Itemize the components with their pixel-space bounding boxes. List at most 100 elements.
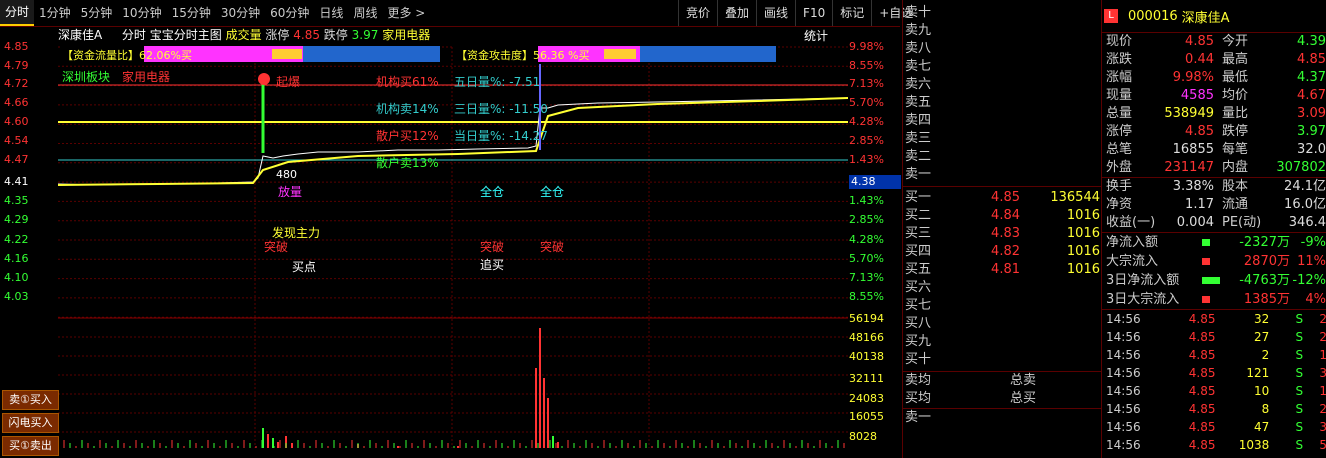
stock-header: L 000016 深康佳A — [1102, 0, 1326, 33]
tab-3[interactable]: 10分钟 — [117, 0, 166, 26]
quote-value: 16855 — [1172, 142, 1214, 157]
tick-time: 14:56 — [1106, 402, 1141, 416]
volume-tick: 40138 — [849, 350, 884, 363]
bid-label: 买六 — [905, 280, 932, 295]
percent-tick: 1.43% — [849, 194, 884, 207]
tick-row: 14:56 4.85 27 S 2 — [1102, 328, 1326, 346]
fund-key: 净资 — [1106, 197, 1133, 212]
tick-time: 14:56 — [1106, 420, 1141, 434]
quote-key2: 量比 — [1222, 106, 1249, 121]
tick-price: 4.85 — [1188, 312, 1216, 326]
quote-value: 0.44 — [1185, 52, 1214, 67]
sell-avg-row: 卖均 总卖 — [905, 373, 1037, 388]
tool-button-3[interactable]: F10 — [795, 0, 832, 26]
tick-time: 14:56 — [1106, 366, 1141, 380]
bid-row: 买二 4.84 1016 — [903, 207, 1101, 225]
tick-price: 4.85 — [1188, 348, 1216, 362]
ask-row: 卖五 — [903, 94, 1101, 112]
quote-value: 4585 — [1180, 88, 1214, 103]
flow-row: 大宗流入 2870万 11% — [1102, 252, 1326, 271]
retail-sell: 散户卖13% — [376, 156, 439, 170]
bid-price — [960, 333, 1020, 351]
tab-0[interactable]: 分时 — [0, 0, 35, 26]
tick-side: S — [1295, 402, 1304, 416]
tab-5[interactable]: 30分钟 — [216, 0, 265, 26]
tool-button-4[interactable]: 标记 — [832, 0, 871, 26]
breakout-2: 突破 — [480, 240, 505, 254]
tick-volume: 47 — [1253, 420, 1270, 434]
tick-row: 14:56 4.85 1038 S 5 — [1102, 436, 1326, 454]
fund-value2: 346.4 — [1288, 215, 1326, 230]
tool-button-1[interactable]: 叠加 — [717, 0, 756, 26]
sell1-row: 卖一 — [905, 410, 932, 425]
quancang-label-1: 全仓 — [480, 185, 505, 199]
bid-label: 买四 — [905, 244, 932, 259]
tab-6[interactable]: 60分钟 — [265, 0, 314, 26]
percent-tick: 5.70% — [849, 96, 884, 109]
tab-2[interactable]: 5分钟 — [76, 0, 118, 26]
quote-key2: 均价 — [1222, 88, 1249, 103]
quote-value2: 4.85 — [1297, 52, 1326, 67]
tick-volume: 8 — [1261, 402, 1270, 416]
tick-volume: 1038 — [1238, 438, 1270, 452]
bid-price — [960, 315, 1020, 333]
price-tick: 4.47 — [4, 153, 29, 166]
ask-label: 卖六 — [905, 77, 932, 92]
ask-row: 卖九 — [903, 22, 1101, 40]
tool-button-0[interactable]: 竞价 — [678, 0, 717, 26]
quote-key2: 每笔 — [1222, 142, 1249, 157]
intraday-chart[interactable] — [58, 38, 848, 458]
percent-tick: 2.85% — [849, 134, 884, 147]
tick-side: S — [1295, 312, 1304, 326]
today-vol: 当日量%: -14.27 — [454, 129, 548, 143]
flash-buy-button[interactable]: 闪电买入 — [2, 413, 59, 433]
volume-tick: 24083 — [849, 392, 884, 405]
bid-label: 买三 — [905, 226, 932, 241]
tick-volume: 10 — [1253, 384, 1270, 398]
buy1-sell-button[interactable]: 买①卖出 — [2, 436, 59, 456]
flow-pct: -9% — [1300, 235, 1326, 250]
tick-side: S — [1295, 330, 1304, 344]
inst-buy: 机构买61% — [376, 75, 439, 89]
tab-1[interactable]: 1分钟 — [34, 0, 76, 26]
bid-price — [960, 297, 1020, 315]
fund-value: 3.38% — [1172, 179, 1214, 194]
tab-4[interactable]: 15分钟 — [167, 0, 216, 26]
ask-row: 卖七 — [903, 58, 1101, 76]
tick-volume: 2 — [1261, 348, 1270, 362]
tick-side: S — [1295, 366, 1304, 380]
tick-side: S — [1295, 384, 1304, 398]
tick-row: 14:56 4.85 47 S 3 — [1102, 418, 1326, 436]
volume-tick: 48166 — [849, 331, 884, 344]
inst-sell: 机构卖14% — [376, 102, 439, 116]
volume-tick: 56194 — [849, 312, 884, 325]
chase-buy: 追买 — [480, 258, 505, 272]
percent-tick: 1.43% — [849, 153, 884, 166]
sector-industry: 家用电器 — [122, 70, 171, 84]
quote-row: 涨停 4.85 跌停 3.97 — [1102, 123, 1326, 141]
ask-label: 卖九 — [905, 23, 932, 38]
sell1-buy-button[interactable]: 卖①买入 — [2, 390, 59, 410]
tab-9[interactable]: 更多 > — [382, 0, 430, 26]
tick-row: 14:56 4.85 2 S 1 — [1102, 346, 1326, 364]
bid-volume: 1016 — [1066, 208, 1100, 223]
tick-price: 4.85 — [1188, 420, 1216, 434]
flow-bar — [1202, 290, 1222, 309]
flow-row: 3日大宗流入 1385万 4% — [1102, 290, 1326, 309]
ask-row: 卖六 — [903, 76, 1101, 94]
breakout-3: 突破 — [540, 240, 565, 254]
stock-code: 000016 — [1128, 8, 1178, 24]
chart-toolbar: 竞价 叠加 画线 F10 标记 +自选 — [678, 0, 920, 26]
tool-button-2[interactable]: 画线 — [756, 0, 795, 26]
quote-row: 现量 4585 均价 4.67 — [1102, 87, 1326, 105]
bid-row: 买三 4.83 1016 — [903, 225, 1101, 243]
tab-7[interactable]: 日线 — [314, 0, 348, 26]
flow-pct: 4% — [1305, 292, 1326, 307]
bid-volume: 1016 — [1066, 244, 1100, 259]
price-tick: 4.22 — [4, 233, 29, 246]
tab-8[interactable]: 周线 — [348, 0, 382, 26]
percent-tick: 5.70% — [849, 252, 884, 265]
bid-row: 买七 — [903, 297, 1101, 315]
tick-list: 14:56 4.85 32 S 2 14:56 4.85 27 S 2 14:56 4.85 2 S 1 14… — [1102, 310, 1326, 454]
fundamental-row: 换手 3.38% 股本 24.1亿 — [1102, 178, 1326, 196]
